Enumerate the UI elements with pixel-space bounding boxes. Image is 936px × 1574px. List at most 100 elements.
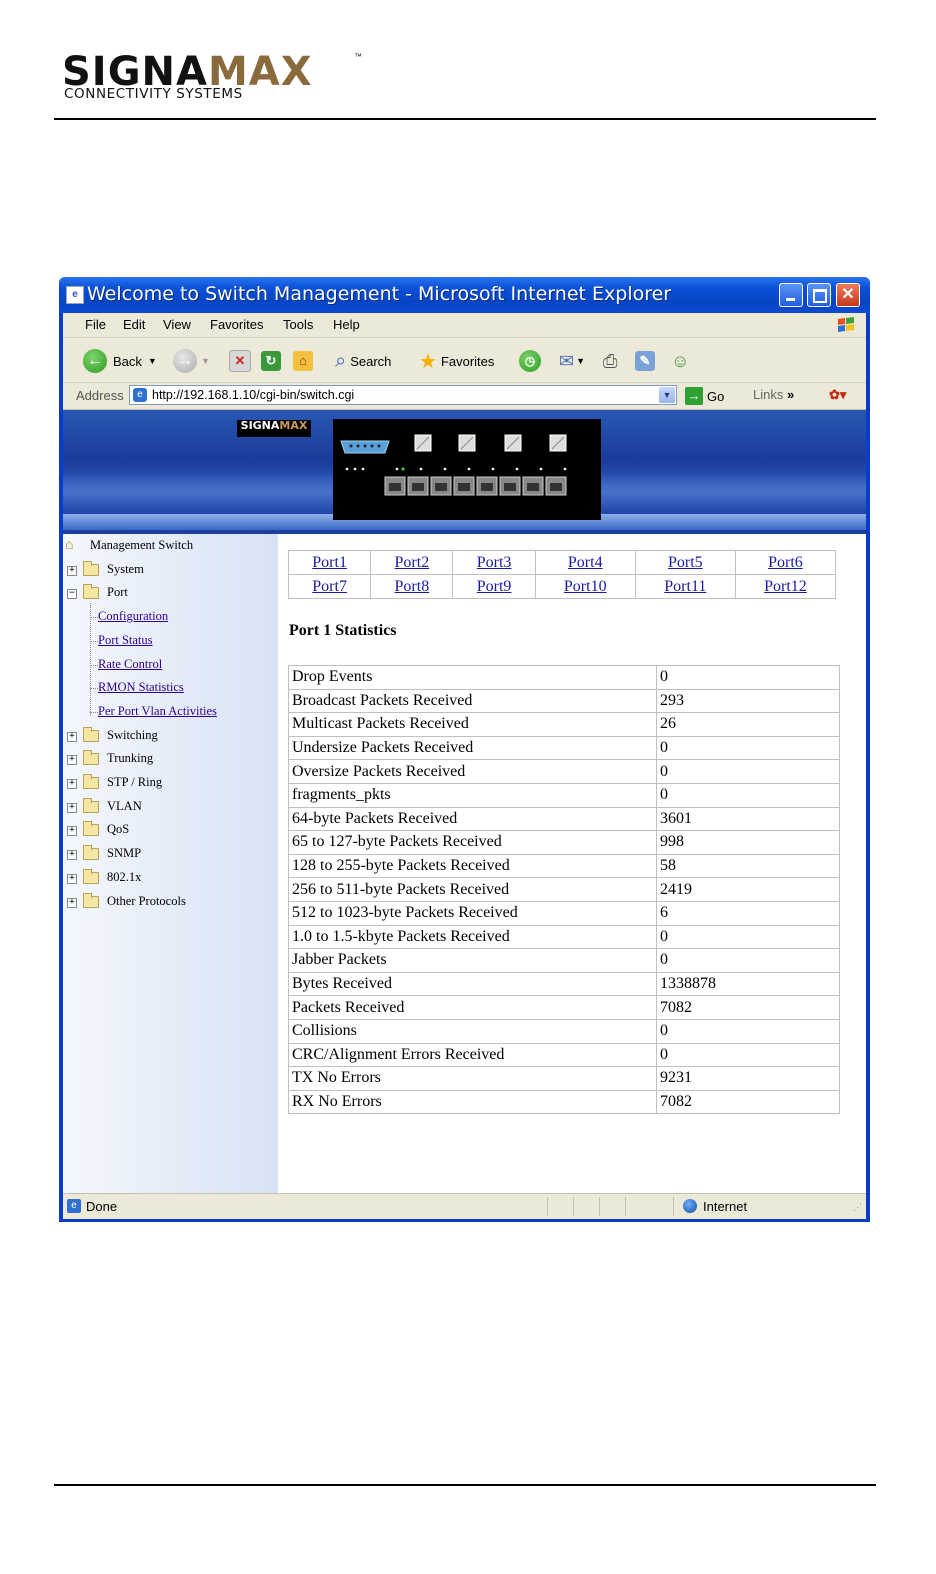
sidebar-subitem-link[interactable]: Configuration bbox=[98, 609, 168, 624]
stat-label: CRC/Alignment Errors Received bbox=[288, 1042, 657, 1068]
port-cell: Port2 bbox=[370, 550, 454, 575]
stat-label: 128 to 255-byte Packets Received bbox=[288, 853, 657, 879]
address-dropdown-icon[interactable]: ▼ bbox=[659, 387, 675, 403]
sidebar-subitem-link[interactable]: Port Status bbox=[98, 633, 153, 648]
expand-icon[interactable]: + bbox=[67, 850, 77, 861]
forward-button[interactable]: → ▼ bbox=[173, 348, 210, 374]
stats-row: 1.0 to 1.5-kbyte Packets Received 0 bbox=[288, 924, 840, 950]
collapse-icon[interactable]: − bbox=[67, 589, 77, 600]
expand-icon[interactable]: + bbox=[67, 826, 77, 837]
menu-tools[interactable]: Tools bbox=[283, 317, 313, 332]
sidebar-item-label: System bbox=[107, 561, 144, 576]
go-button[interactable]: → Go bbox=[685, 387, 724, 405]
port-link-port12[interactable]: Port12 bbox=[764, 578, 807, 595]
extension-icon[interactable]: ✿▾ bbox=[829, 387, 847, 405]
messenger-icon: ☺ bbox=[671, 350, 690, 371]
folder-icon bbox=[83, 560, 99, 576]
switch-banner: SIGNAMAX bbox=[63, 410, 866, 534]
stat-value: 0 bbox=[656, 924, 840, 950]
port-link-port4[interactable]: Port4 bbox=[568, 554, 603, 571]
stat-value: 0 bbox=[656, 782, 840, 808]
address-input[interactable]: e http://192.168.1.10/cgi-bin/switch.cgi… bbox=[129, 385, 677, 405]
port-cell: Port7 bbox=[287, 574, 372, 599]
menu-favorites[interactable]: Favorites bbox=[210, 317, 263, 332]
refresh-button[interactable]: ↻ bbox=[261, 348, 281, 374]
search-icon: ⌕ bbox=[335, 349, 347, 372]
port-cell: Port12 bbox=[734, 574, 837, 599]
port-link-port3[interactable]: Port3 bbox=[477, 554, 512, 571]
navigation-sidebar: ⌂ Management Switch + System − Port Configurat… bbox=[63, 534, 278, 1193]
sidebar-subitem-link[interactable]: RMON Statistics bbox=[98, 680, 184, 695]
stats-row: Oversize Packets Received 0 bbox=[288, 759, 840, 784]
address-url[interactable]: http://192.168.1.10/cgi-bin/switch.cgi bbox=[152, 388, 354, 402]
go-label: Go bbox=[707, 388, 725, 404]
expand-icon[interactable]: + bbox=[67, 873, 77, 884]
ie-page-icon: e bbox=[66, 286, 84, 304]
expand-icon[interactable]: + bbox=[67, 755, 77, 766]
links-more-icon: » bbox=[786, 387, 795, 402]
stats-row: 512 to 1023-byte Packets Received 6 bbox=[288, 900, 840, 926]
forward-dropdown-icon: ▼ bbox=[201, 356, 210, 366]
maximize-button[interactable] bbox=[807, 283, 831, 307]
port-link-port5[interactable]: Port5 bbox=[668, 554, 703, 571]
banner-logo-main: SIGNA bbox=[240, 419, 280, 432]
security-zone-label: Internet bbox=[703, 1199, 748, 1214]
stats-row: Broadcast Packets Received 293 bbox=[288, 688, 840, 714]
port-cell: Port10 bbox=[534, 574, 636, 599]
stat-value: 998 bbox=[656, 830, 840, 855]
home-button[interactable]: ⌂ bbox=[293, 348, 313, 374]
history-button[interactable]: ◷ bbox=[519, 348, 541, 374]
mail-icon: ✉ bbox=[559, 350, 575, 371]
port-link-port1[interactable]: Port1 bbox=[312, 554, 347, 571]
stat-value: 0 bbox=[656, 1042, 840, 1068]
mail-button[interactable]: ✉ ▼ bbox=[559, 348, 585, 374]
port-cell: Port11 bbox=[634, 574, 736, 599]
stat-label: Broadcast Packets Received bbox=[288, 688, 657, 714]
logo-subtitle: CONNECTIVITY SYSTEMS bbox=[64, 86, 243, 102]
port-link-port10[interactable]: Port10 bbox=[564, 578, 607, 595]
folder-icon bbox=[83, 821, 99, 837]
title-bar[interactable]: e Welcome to Switch Management - Microso… bbox=[59, 277, 870, 313]
port-statistics-table: Drop Events 0 Broadcast Packets Received 29… bbox=[288, 665, 840, 1115]
menu-edit[interactable]: Edit bbox=[123, 317, 145, 332]
favorites-star-icon: ★ bbox=[419, 350, 437, 373]
sidebar-subitem-link[interactable]: Per Port Vlan Activities bbox=[98, 704, 217, 719]
expand-icon[interactable]: + bbox=[67, 731, 77, 742]
expand-icon[interactable]: + bbox=[67, 802, 77, 813]
expand-icon[interactable]: + bbox=[67, 565, 77, 576]
print-button[interactable]: ⎙ bbox=[603, 348, 617, 374]
page-icon: e bbox=[133, 388, 147, 402]
links-button[interactable]: Links » bbox=[753, 387, 794, 402]
back-button[interactable]: ← Back ▼ bbox=[83, 348, 157, 374]
port-link-port2[interactable]: Port2 bbox=[395, 554, 430, 571]
resize-grip-icon[interactable]: ⋰ bbox=[853, 1202, 862, 1213]
stat-value: 7082 bbox=[656, 995, 840, 1020]
stat-value: 3601 bbox=[656, 806, 840, 832]
port-link-port6[interactable]: Port6 bbox=[768, 554, 803, 571]
search-label: Search bbox=[350, 353, 392, 369]
close-button[interactable]: ✕ bbox=[836, 283, 860, 307]
minimize-button[interactable] bbox=[779, 283, 803, 307]
menu-file[interactable]: File bbox=[85, 317, 106, 332]
sidebar-item-label: VLAN bbox=[107, 798, 142, 813]
favorites-button[interactable]: ★ Favorites bbox=[419, 348, 494, 374]
edit-button[interactable]: ✎ bbox=[635, 348, 655, 374]
search-button[interactable]: ⌕ Search bbox=[335, 348, 391, 374]
expand-icon[interactable]: + bbox=[67, 779, 77, 789]
port-link-port9[interactable]: Port9 bbox=[477, 578, 512, 595]
banner-logo: SIGNAMAX bbox=[237, 420, 311, 437]
port-link-port7[interactable]: Port7 bbox=[312, 578, 347, 595]
menu-help[interactable]: Help bbox=[333, 317, 360, 332]
sidebar-subitem-link[interactable]: Rate Control bbox=[98, 657, 162, 672]
menu-view[interactable]: View bbox=[163, 317, 191, 332]
port-link-port11[interactable]: Port11 bbox=[664, 578, 706, 595]
messenger-button[interactable]: ☺ bbox=[671, 348, 689, 374]
back-arrow-icon: ← bbox=[83, 349, 107, 373]
stop-button[interactable]: ✕ bbox=[229, 348, 251, 374]
sidebar-item-label: Trunking bbox=[107, 751, 154, 766]
sidebar-item-label: STP / Ring bbox=[107, 775, 163, 789]
stats-row: CRC/Alignment Errors Received 0 bbox=[288, 1042, 840, 1068]
stat-label: Packets Received bbox=[288, 995, 657, 1020]
port-link-port8[interactable]: Port8 bbox=[395, 578, 430, 595]
expand-icon[interactable]: + bbox=[67, 897, 77, 908]
